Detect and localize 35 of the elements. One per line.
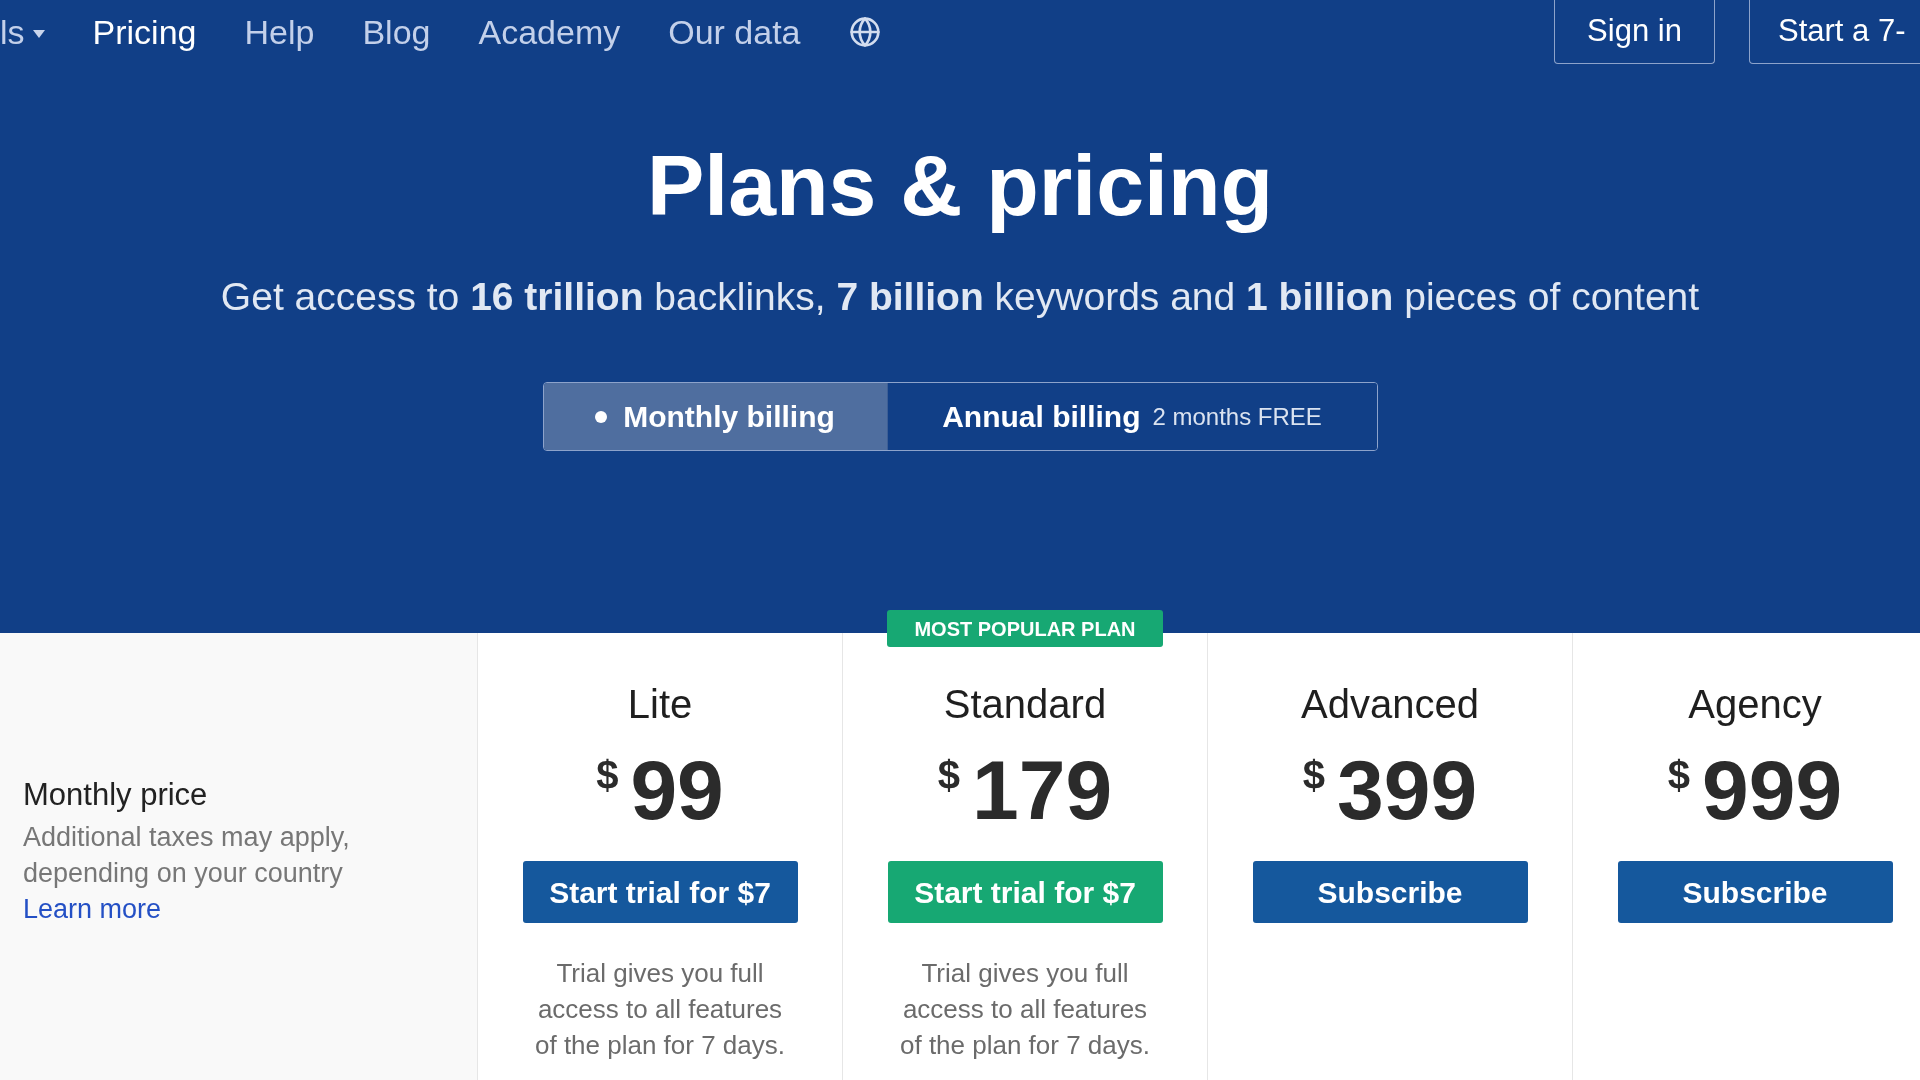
currency-symbol: $ bbox=[937, 755, 961, 795]
nav-button[interactable]: Start a 7- bbox=[1749, 0, 1920, 64]
price-amount: 179 bbox=[972, 745, 1113, 835]
plan-button[interactable]: Subscribe bbox=[1252, 861, 1528, 923]
plan-name: Advanced bbox=[1301, 681, 1479, 728]
nav-button[interactable]: Sign in bbox=[1554, 0, 1715, 64]
plan-button[interactable]: Start trial for $7 bbox=[522, 861, 798, 923]
learn-more-link[interactable]: Learn more bbox=[23, 891, 162, 927]
billing-tab[interactable]: Monthly billing bbox=[543, 383, 887, 450]
row-title: Monthly price bbox=[23, 776, 208, 814]
currency-symbol: $ bbox=[1667, 755, 1691, 795]
price-amount: 399 bbox=[1337, 745, 1478, 835]
nav-dropdown[interactable]: ls bbox=[0, 11, 45, 53]
nav-link[interactable]: Academy bbox=[478, 11, 621, 53]
page-title: Plans & pricing bbox=[647, 136, 1273, 235]
price-amount: 99 bbox=[630, 745, 724, 835]
nav-link[interactable]: Pricing bbox=[92, 11, 197, 53]
plan-name: Agency bbox=[1688, 681, 1822, 728]
plan-name: Lite bbox=[627, 681, 693, 728]
trial-note: Trial gives you full access to all features of the plan for 7 days. bbox=[533, 957, 786, 1062]
plan-button[interactable]: Subscribe bbox=[1617, 861, 1893, 923]
trial-note: Trial gives you full access to all features of the plan for 7 days. bbox=[898, 957, 1151, 1062]
plan-badge: MOST POPULAR PLAN bbox=[887, 610, 1163, 647]
plan-name: Standard bbox=[943, 681, 1107, 728]
globe-icon[interactable] bbox=[848, 16, 881, 48]
nav-link[interactable]: Our data bbox=[668, 11, 801, 53]
nav-link[interactable]: Help bbox=[244, 11, 315, 53]
page-subtitle: Get access to 16 trillion backlinks, 7 billion keywords and 1 billion pieces of content bbox=[220, 274, 1700, 320]
caret-icon bbox=[32, 29, 45, 38]
currency-symbol: $ bbox=[1302, 755, 1326, 795]
nav-link[interactable]: Blog bbox=[362, 11, 431, 53]
currency-symbol: $ bbox=[596, 755, 619, 795]
billing-tab[interactable]: Annual billing 2 months FREE bbox=[886, 383, 1377, 450]
price-amount: 999 bbox=[1702, 745, 1843, 835]
tax-note: Additional taxes may apply, depending on your country bbox=[23, 821, 351, 890]
